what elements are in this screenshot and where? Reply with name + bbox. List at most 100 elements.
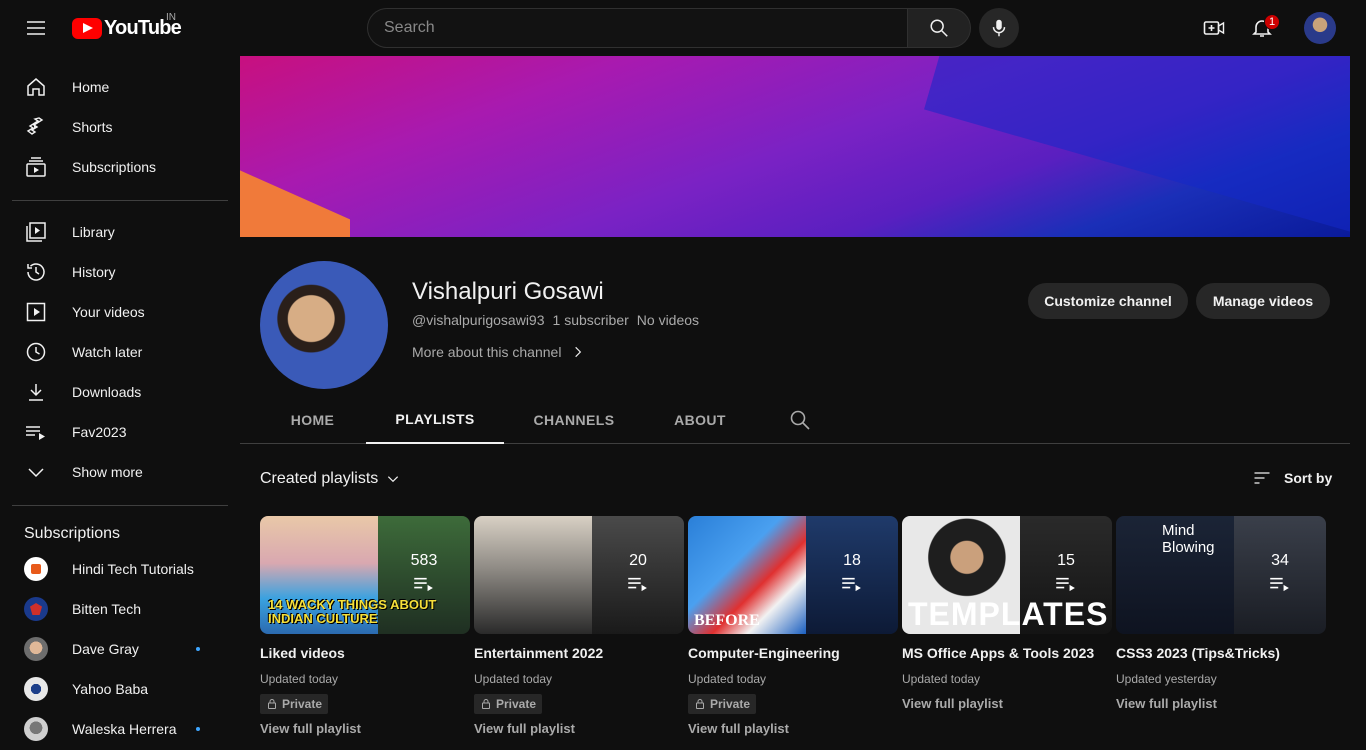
- notifications-button[interactable]: 1: [1242, 8, 1282, 48]
- sidebar-item-watch-later[interactable]: Watch later: [12, 332, 228, 372]
- chevron-down-icon: [388, 476, 399, 483]
- chevron-down-icon: [24, 460, 48, 484]
- more-about-label: More about this channel: [412, 344, 562, 360]
- playlist-title[interactable]: CSS3 2023 (Tips&Tricks): [1116, 644, 1326, 662]
- lock-icon: [268, 699, 276, 709]
- search-icon: [930, 19, 948, 37]
- view-full-playlist-link[interactable]: View full playlist: [474, 721, 684, 736]
- playlist-thumbnail[interactable]: 18 BEFORE: [688, 516, 898, 634]
- sidebar-item-label: Library: [72, 224, 115, 240]
- sidebar-item-show-more[interactable]: Show more: [12, 452, 228, 492]
- playlist-card[interactable]: 15 TEMPLATES MS Office Apps & Tools 2023…: [902, 516, 1112, 711]
- voice-search-button[interactable]: [979, 8, 1019, 48]
- channel-tabs: HOME PLAYLISTS CHANNELS ABOUT: [240, 396, 1350, 444]
- channel-avatar: [24, 677, 48, 701]
- new-content-dot: [196, 727, 200, 731]
- country-code: IN: [166, 12, 176, 23]
- banner-shape: [240, 152, 350, 237]
- playlist-thumbnail[interactable]: 15 TEMPLATES: [902, 516, 1112, 634]
- sort-by-button[interactable]: Sort by: [1252, 468, 1332, 488]
- sidebar: Home Shorts Subscriptions Library Histor…: [0, 56, 240, 750]
- search-input[interactable]: [367, 8, 907, 48]
- lock-icon: [696, 699, 704, 709]
- guide-menu-button[interactable]: [16, 8, 56, 48]
- microphone-icon: [992, 19, 1006, 37]
- playlist-icon: [628, 577, 647, 592]
- sidebar-item-label: Your videos: [72, 304, 145, 320]
- sidebar-item-label: Downloads: [72, 384, 142, 400]
- playlist-video-count: 15: [1057, 552, 1075, 569]
- sidebar-item-history[interactable]: History: [12, 252, 228, 292]
- playlist-title[interactable]: Computer-Engineering: [688, 644, 898, 662]
- playlist-title[interactable]: Entertainment 2022: [474, 644, 684, 662]
- playlist-title[interactable]: MS Office Apps & Tools 2023: [902, 644, 1112, 662]
- youtube-play-icon: [72, 17, 102, 39]
- tab-about[interactable]: ABOUT: [644, 396, 756, 443]
- sidebar-item-home[interactable]: Home: [12, 67, 228, 107]
- playlist-thumbnail[interactable]: 20: [474, 516, 684, 634]
- private-badge: Private: [260, 694, 329, 714]
- sidebar-item-label: Home: [72, 79, 110, 95]
- view-full-playlist-link[interactable]: View full playlist: [260, 721, 470, 736]
- playlist-video-count: 20: [629, 552, 647, 569]
- tab-channels[interactable]: CHANNELS: [506, 396, 642, 443]
- playlist-card[interactable]: 18 BEFORE Computer-Engineering Updated t…: [688, 516, 898, 736]
- search-button[interactable]: [907, 8, 971, 48]
- search-box: [367, 8, 971, 48]
- channel-avatar-large[interactable]: [260, 261, 388, 389]
- sidebar-item-shorts[interactable]: Shorts: [12, 107, 228, 147]
- notification-count-badge: 1: [1264, 14, 1280, 30]
- subscription-label: Hindi Tech Tutorials: [72, 561, 194, 577]
- sort-icon: [1254, 472, 1270, 484]
- customize-channel-button[interactable]: Customize channel: [1028, 283, 1188, 319]
- sidebar-subscription-item[interactable]: Bitten Tech: [12, 589, 228, 629]
- section-title: Created playlists: [260, 470, 379, 487]
- new-content-dot: [196, 647, 200, 651]
- video-count: No videos: [636, 312, 700, 328]
- thumbnail-caption: TEMPLATES: [908, 596, 1109, 632]
- subscription-label: Waleska Herrera: [72, 721, 177, 737]
- home-icon: [24, 75, 48, 99]
- create-button[interactable]: [1194, 8, 1234, 48]
- sidebar-item-subscriptions[interactable]: Subscriptions: [12, 147, 228, 187]
- sidebar-item-downloads[interactable]: Downloads: [12, 372, 228, 412]
- playlist-card[interactable]: 20 Entertainment 2022 Updated today Priv…: [474, 516, 684, 736]
- sidebar-subscription-item[interactable]: Yahoo Baba: [12, 669, 228, 709]
- banner-shape: [924, 56, 1350, 237]
- created-playlists-dropdown[interactable]: Created playlists: [260, 470, 400, 488]
- account-avatar[interactable]: [1304, 12, 1336, 44]
- channel-avatar: [24, 597, 48, 621]
- manage-videos-button[interactable]: Manage videos: [1196, 283, 1330, 319]
- playlist-icon: [1270, 577, 1289, 592]
- sidebar-item-label: Show more: [72, 464, 143, 480]
- view-full-playlist-link[interactable]: View full playlist: [902, 696, 1112, 711]
- playlist-title[interactable]: Liked videos: [260, 644, 470, 662]
- sidebar-item-library[interactable]: Library: [12, 212, 228, 252]
- playlist-icon: [1056, 577, 1075, 592]
- channel-banner: [240, 56, 1350, 237]
- sidebar-item-fav2023[interactable]: Fav2023: [12, 412, 228, 452]
- view-full-playlist-link[interactable]: View full playlist: [688, 721, 898, 736]
- tab-home[interactable]: HOME: [260, 396, 365, 443]
- sidebar-subscription-item[interactable]: Hindi Tech Tutorials: [12, 549, 228, 589]
- channel-meta: @vishalpurigosawi93 1 subscriber No vide…: [412, 312, 699, 328]
- view-full-playlist-link[interactable]: View full playlist: [1116, 696, 1326, 711]
- tab-playlists[interactable]: PLAYLISTS: [366, 396, 504, 444]
- playlist-icon: [842, 577, 861, 592]
- history-icon: [24, 260, 48, 284]
- private-badge: Private: [688, 694, 757, 714]
- sidebar-subscription-item[interactable]: Waleska Herrera: [12, 709, 228, 749]
- playlist-thumbnail[interactable]: 34 Mind Blowing: [1116, 516, 1326, 634]
- more-about-channel-link[interactable]: More about this channel: [412, 344, 585, 360]
- playlist-thumbnail[interactable]: 583 14 WACKY THINGS ABOUT INDIAN CULTURE: [260, 516, 470, 634]
- sort-label: Sort by: [1284, 470, 1333, 486]
- channel-name: Vishalpuri Gosawi: [412, 278, 604, 305]
- playlist-card[interactable]: 583 14 WACKY THINGS ABOUT INDIAN CULTURE…: [260, 516, 470, 736]
- playlist-video-count: 18: [843, 552, 861, 569]
- channel-search-icon[interactable]: [788, 408, 812, 432]
- playlist-card[interactable]: 34 Mind Blowing CSS3 2023 (Tips&Tricks) …: [1116, 516, 1326, 711]
- sidebar-subscription-item[interactable]: Dave Gray: [12, 629, 228, 669]
- sidebar-item-your-videos[interactable]: Your videos: [12, 292, 228, 332]
- youtube-logo[interactable]: YouTube IN: [72, 12, 182, 40]
- playlist-icon: [24, 420, 48, 444]
